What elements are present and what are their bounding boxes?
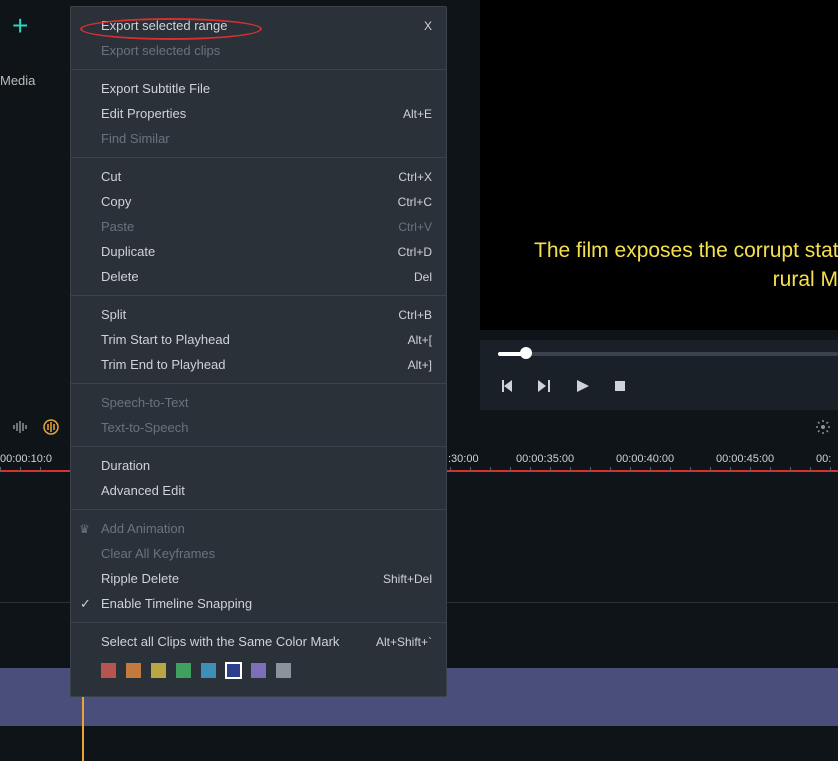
menu-item-copy[interactable]: CopyCtrl+C	[71, 189, 446, 214]
menu-item-add-animation: ♛ Add Animation	[71, 516, 446, 541]
menu-item-label: Clear All Keyframes	[101, 546, 432, 561]
settings-icon[interactable]	[814, 418, 832, 436]
ruler-label: 00:00:40:00	[616, 453, 674, 465]
color-mark-6[interactable]	[251, 663, 266, 678]
color-mark-3[interactable]	[176, 663, 191, 678]
prev-frame-button[interactable]	[498, 378, 514, 394]
menu-item-shortcut: Alt+]	[408, 358, 432, 372]
subtitle-line-1: The film exposes the corrupt stat	[534, 237, 838, 265]
menu-item-export-selected-range[interactable]: Export selected rangeX	[71, 13, 446, 38]
menu-item-split[interactable]: SplitCtrl+B	[71, 302, 446, 327]
subtitle-line-2: rural M	[534, 266, 838, 294]
menu-item-clear-all-keyframes: Clear All Keyframes	[71, 541, 446, 566]
menu-item-trim-end-to-playhead[interactable]: Trim End to PlayheadAlt+]	[71, 352, 446, 377]
menu-item-advanced-edit[interactable]: Advanced Edit	[71, 478, 446, 503]
menu-item-trim-start-to-playhead[interactable]: Trim Start to PlayheadAlt+[	[71, 327, 446, 352]
plus-icon: +	[12, 10, 28, 42]
menu-item-label: Paste	[101, 219, 398, 234]
menu-item-label: Duplicate	[101, 244, 398, 259]
menu-item-label: Advanced Edit	[101, 483, 432, 498]
menu-item-paste: PasteCtrl+V	[71, 214, 446, 239]
color-marks-row	[71, 654, 446, 690]
crown-icon: ♛	[79, 522, 90, 536]
menu-item-label: Export selected clips	[101, 43, 432, 58]
menu-item-shortcut: Ctrl+B	[398, 308, 432, 322]
menu-item-label: Enable Timeline Snapping	[101, 596, 432, 611]
progress-track[interactable]	[498, 352, 838, 356]
menu-item-label: Duration	[101, 458, 432, 473]
menu-item-label: Split	[101, 307, 398, 322]
video-preview: The film exposes the corrupt stat rural …	[480, 0, 838, 330]
menu-item-shortcut: Ctrl+X	[398, 170, 432, 184]
waveform-icon[interactable]	[12, 418, 30, 436]
menu-item-label: Cut	[101, 169, 398, 184]
media-label: Media	[0, 73, 35, 88]
menu-item-label: Speech-to-Text	[101, 395, 432, 410]
menu-item-label: Edit Properties	[101, 106, 403, 121]
next-frame-button[interactable]	[536, 378, 552, 394]
play-button[interactable]	[574, 378, 590, 394]
color-mark-2[interactable]	[151, 663, 166, 678]
menu-item-duplicate[interactable]: DuplicateCtrl+D	[71, 239, 446, 264]
check-icon: ✓	[80, 596, 91, 612]
menu-item-label: Copy	[101, 194, 398, 209]
menu-item-label: Ripple Delete	[101, 571, 383, 586]
progress-thumb[interactable]	[520, 347, 532, 359]
menu-item-speech-to-text: Speech-to-Text	[71, 390, 446, 415]
color-mark-7[interactable]	[276, 663, 291, 678]
menu-item-find-similar: Find Similar	[71, 126, 446, 151]
menu-item-shortcut: Del	[414, 270, 432, 284]
menu-item-export-selected-clips: Export selected clips	[71, 38, 446, 63]
menu-item-shortcut: Ctrl+V	[398, 220, 432, 234]
menu-item-shortcut: Ctrl+D	[398, 245, 432, 259]
menu-item-label: Trim End to Playhead	[101, 357, 408, 372]
ruler-label: :30:00	[448, 453, 479, 465]
menu-item-shortcut: Ctrl+C	[398, 195, 432, 209]
menu-item-label: Export Subtitle File	[101, 81, 432, 96]
subtitle-text: The film exposes the corrupt stat rural …	[534, 237, 838, 294]
menu-item-shortcut: Alt+[	[408, 333, 432, 347]
color-mark-4[interactable]	[201, 663, 216, 678]
menu-item-label: Export selected range	[101, 18, 424, 33]
menu-item-text-to-speech: Text-to-Speech	[71, 415, 446, 440]
menu-item-label: Find Similar	[101, 131, 432, 146]
playback-controls	[480, 340, 838, 410]
menu-item-select-all-clips-with-the-same-color-mark[interactable]: Select all Clips with the Same Color Mar…	[71, 629, 446, 654]
audio-icon[interactable]	[42, 418, 60, 436]
color-mark-0[interactable]	[101, 663, 116, 678]
menu-item-cut[interactable]: CutCtrl+X	[71, 164, 446, 189]
ruler-label: 00:00:35:00	[516, 453, 574, 465]
ruler-label: 00:00:45:00	[716, 453, 774, 465]
ruler-label: 00:	[816, 453, 831, 465]
menu-item-duration[interactable]: Duration	[71, 453, 446, 478]
menu-item-ripple-delete[interactable]: Ripple DeleteShift+Del	[71, 566, 446, 591]
menu-item-enable-timeline-snapping[interactable]: ✓ Enable Timeline Snapping	[71, 591, 446, 616]
color-mark-5[interactable]	[226, 663, 241, 678]
menu-item-shortcut: X	[424, 19, 432, 33]
menu-item-delete[interactable]: DeleteDel	[71, 264, 446, 289]
menu-item-edit-properties[interactable]: Edit PropertiesAlt+E	[71, 101, 446, 126]
color-mark-1[interactable]	[126, 663, 141, 678]
ruler-label: 00:00:10:0	[0, 453, 52, 465]
menu-item-label: Select all Clips with the Same Color Mar…	[101, 634, 376, 649]
menu-item-shortcut: Shift+Del	[383, 572, 432, 586]
stop-button[interactable]	[612, 378, 628, 394]
add-media-area[interactable]: +	[12, 10, 28, 42]
menu-item-shortcut: Alt+E	[403, 107, 432, 121]
menu-item-label: Add Animation	[101, 521, 432, 536]
menu-item-shortcut: Alt+Shift+`	[376, 635, 432, 649]
menu-item-export-subtitle-file[interactable]: Export Subtitle File	[71, 76, 446, 101]
context-menu: Export selected rangeX Export selected cl…	[70, 6, 447, 697]
menu-item-label: Delete	[101, 269, 414, 284]
menu-item-label: Text-to-Speech	[101, 420, 432, 435]
menu-item-label: Trim Start to Playhead	[101, 332, 408, 347]
